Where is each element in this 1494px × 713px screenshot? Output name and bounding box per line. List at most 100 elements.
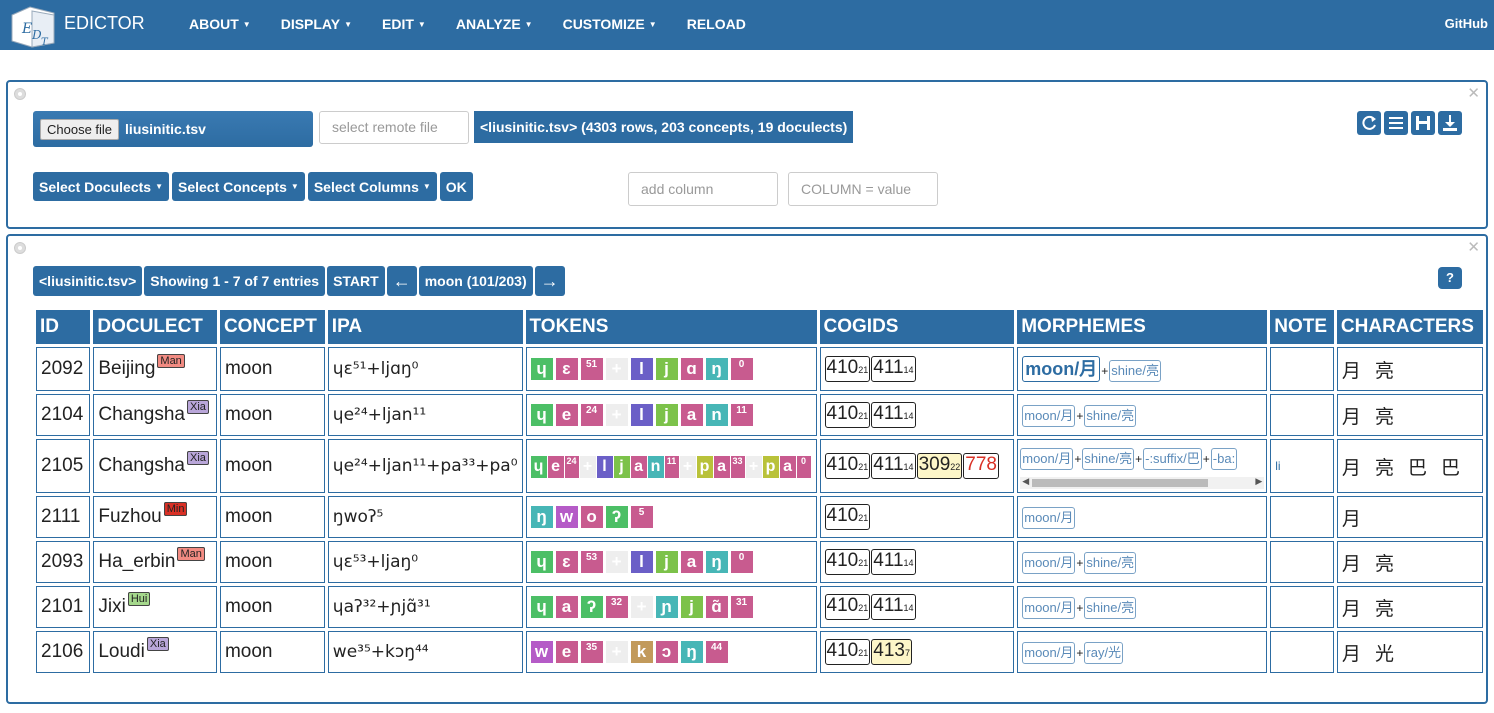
cell-doculect[interactable]: Beijing Man <box>93 347 217 391</box>
cell-note[interactable]: li <box>1270 439 1334 493</box>
cell-doculect[interactable]: Changsha Xia <box>93 394 217 436</box>
cell-morphemes[interactable]: moon/月 <box>1017 496 1268 538</box>
file-button[interactable]: <liusinitic.tsv> <box>33 266 143 296</box>
morpheme-scroll-area[interactable]: moon/月 + shine/亮 + -:suffix/巴 + -ba: ◀ ▶ <box>1020 441 1265 491</box>
cell-cogids[interactable]: 41021 41114 <box>819 347 1015 391</box>
morpheme-tag[interactable]: moon/月 <box>1022 641 1076 664</box>
cell-ipa[interactable]: we³⁵+kɔŋ⁴⁴ <box>327 631 523 673</box>
cell-morphemes[interactable]: moon/月 + shine/亮 <box>1017 586 1268 628</box>
nav-about[interactable]: ABOUT ▼ <box>174 0 266 50</box>
col-doculect[interactable]: DOCULECT <box>93 310 217 344</box>
cell-tokens[interactable]: ɥ e 24 + l j a n 11 + p a 33 + p a 0 <box>525 439 817 493</box>
col-characters[interactable]: CHARACTERS <box>1336 310 1483 344</box>
col-ipa[interactable]: IPA <box>327 310 523 344</box>
table-row[interactable]: 2101 Jixi Hui moon ɥaʔ³²+ɲjɑ̃³¹ ɥ a ʔ 32 + ɲ j ɑ̃ 31 4… <box>36 586 1483 628</box>
table-row[interactable]: 2106 Loudi Xia moon we³⁵+kɔŋ⁴⁴ w e 35 + k ɔ ŋ 44 4102… <box>36 631 1483 673</box>
choose-file-button[interactable]: Choose file <box>40 118 120 140</box>
cell-cogids[interactable]: 41021 41114 <box>819 586 1015 628</box>
add-column-input[interactable]: add column <box>628 172 778 206</box>
col-concept[interactable]: CONCEPT <box>219 310 325 344</box>
cell-morphemes[interactable]: moon/月 + ray/光 <box>1017 631 1268 673</box>
cell-ipa[interactable]: ɥe²⁴+ljan¹¹ <box>327 394 523 436</box>
cell-tokens[interactable]: ɥ e 24 + l j a n 11 <box>525 394 817 436</box>
cell-tokens[interactable]: w e 35 + k ɔ ŋ 44 <box>525 631 817 673</box>
cell-doculect[interactable]: Fuzhou Min <box>93 496 217 538</box>
save-icon[interactable] <box>1411 111 1435 135</box>
table-row[interactable]: 2105 Changsha Xia moon ɥe²⁴+ljan¹¹+pa³³+pa⁰ ɥ… <box>36 439 1483 493</box>
cell-morphemes[interactable]: moon/月 + shine/亮 <box>1017 394 1268 436</box>
cell-characters[interactable]: 月 <box>1336 496 1483 538</box>
nav-github-link[interactable]: GitHub <box>1445 0 1488 48</box>
remote-file-input[interactable]: select remote file <box>319 111 469 144</box>
download-icon[interactable] <box>1438 111 1462 135</box>
cell-id[interactable]: 2092 <box>36 347 91 391</box>
morpheme-tag[interactable]: moon/月 <box>1022 551 1076 574</box>
cell-id[interactable]: 2093 <box>36 541 91 583</box>
cell-characters[interactable]: 月 亮 巴 巴 <box>1336 439 1483 493</box>
cell-tokens[interactable]: ɥ ɛ 53 + l j a ŋ 0 <box>525 541 817 583</box>
cell-characters[interactable]: 月 亮 <box>1336 347 1483 391</box>
table-row[interactable]: 2111 Fuzhou Min moon ŋwoʔ⁵ ŋ w o ʔ 5 41021 moon/月月 <box>36 496 1483 538</box>
panel-toggle-icon[interactable] <box>14 88 26 100</box>
refresh-icon[interactable] <box>1357 111 1381 135</box>
morpheme-tag[interactable]: moon/月 <box>1022 356 1101 382</box>
cell-id[interactable]: 2104 <box>36 394 91 436</box>
start-button[interactable]: START <box>327 266 385 296</box>
cell-tokens[interactable]: ɥ ɛ 51 + l j ɑ ŋ 0 <box>525 347 817 391</box>
nav-edit[interactable]: EDIT ▼ <box>367 0 441 50</box>
cell-cogids[interactable]: 41021 4137 <box>819 631 1015 673</box>
cell-characters[interactable]: 月 光 <box>1336 631 1483 673</box>
prev-arrow-icon[interactable]: ← <box>386 266 417 296</box>
cell-tokens[interactable]: ŋwoʔ5 <box>525 496 817 538</box>
morpheme-tag[interactable]: shine/亮 <box>1084 551 1137 574</box>
cell-characters[interactable]: 月 亮 <box>1336 394 1483 436</box>
scroll-right-icon[interactable]: ▶ <box>1255 476 1262 487</box>
cell-characters[interactable]: 月 亮 <box>1336 541 1483 583</box>
nav-reload[interactable]: RELOAD <box>672 0 761 50</box>
list-icon[interactable] <box>1384 111 1408 135</box>
morpheme-tag[interactable]: moon/月 <box>1022 596 1076 619</box>
concept-nav-label[interactable]: moon (101/203) <box>418 266 533 296</box>
morpheme-tag[interactable]: ray/光 <box>1084 641 1124 664</box>
help-icon[interactable]: ? <box>1438 267 1462 289</box>
morpheme-tag[interactable]: shine/亮 <box>1084 404 1137 427</box>
horizontal-scrollbar[interactable]: ◀ ▶ <box>1020 476 1265 489</box>
cell-morphemes[interactable]: moon/月 + shine/亮 <box>1017 347 1268 391</box>
cell-cogids[interactable]: 41021 41114 <box>819 541 1015 583</box>
scroll-left-icon[interactable]: ◀ <box>1022 476 1029 487</box>
cell-doculect[interactable]: Loudi Xia <box>93 631 217 673</box>
nav-analyze[interactable]: ANALYZE ▼ <box>441 0 548 50</box>
nav-display[interactable]: DISPLAY ▼ <box>266 0 367 50</box>
panel-toggle-icon[interactable] <box>14 242 26 254</box>
morpheme-tag[interactable]: shine/亮 <box>1082 448 1135 470</box>
cell-ipa[interactable]: ɥe²⁴+ljan¹¹+pa³³+pa⁰ <box>327 439 523 493</box>
col-cogids[interactable]: COGIDS <box>819 310 1015 344</box>
col-id[interactable]: ID <box>36 310 91 344</box>
cell-concept[interactable]: moon <box>219 439 325 493</box>
select-concepts-button[interactable]: Select Concepts ▼ <box>171 172 305 201</box>
col-note[interactable]: NOTE <box>1270 310 1334 344</box>
cell-cogids[interactable]: 41021 41114 30922 778 <box>819 439 1015 493</box>
cell-id[interactable]: 2105 <box>36 439 91 493</box>
cell-note[interactable] <box>1270 394 1334 436</box>
morpheme-tag[interactable]: shine/亮 <box>1084 596 1137 619</box>
cell-note[interactable] <box>1270 631 1334 673</box>
morpheme-tag[interactable]: moon/月 <box>1020 448 1074 470</box>
brand-title[interactable]: EDICTOR <box>64 13 145 34</box>
cell-concept[interactable]: moon <box>219 394 325 436</box>
cell-characters[interactable]: 月 亮 <box>1336 586 1483 628</box>
cell-ipa[interactable]: ɥɛ⁵³+ljaŋ⁰ <box>327 541 523 583</box>
cell-note[interactable] <box>1270 586 1334 628</box>
next-arrow-icon[interactable]: → <box>534 266 565 296</box>
cell-morphemes[interactable]: moon/月 + shine/亮 + -:suffix/巴 + -ba: ◀ ▶ <box>1017 439 1268 493</box>
morpheme-tag[interactable]: moon/月 <box>1022 404 1076 427</box>
col-morphemes[interactable]: MORPHEMES <box>1017 310 1268 344</box>
morpheme-tag[interactable]: -:suffix/巴 <box>1143 448 1202 470</box>
morpheme-tag[interactable]: moon/月 <box>1022 506 1076 529</box>
cell-ipa[interactable]: ɥaʔ³²+ɲjɑ̃³¹ <box>327 586 523 628</box>
cell-concept[interactable]: moon <box>219 631 325 673</box>
ok-button[interactable]: OK <box>439 172 473 201</box>
edictor-logo-icon[interactable]: E D T <box>8 3 60 49</box>
cell-id[interactable]: 2106 <box>36 631 91 673</box>
cell-note[interactable] <box>1270 541 1334 583</box>
